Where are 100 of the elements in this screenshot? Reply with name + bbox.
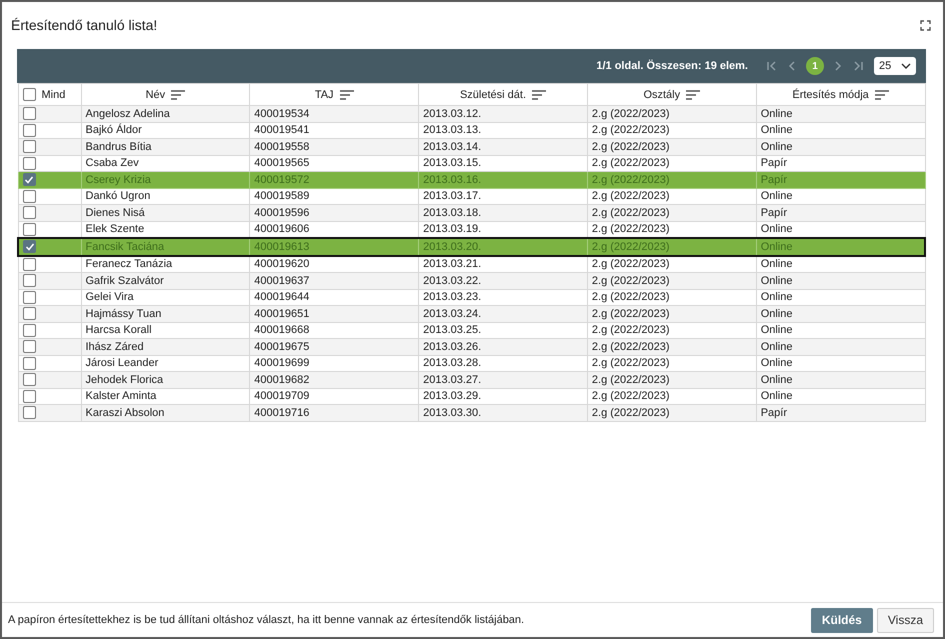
table-cell: Gelei Vira [86,291,134,304]
table-cell: 400019620 [254,258,310,270]
row-checkbox[interactable] [22,173,36,186]
table-cell: Online [760,140,792,153]
footer-note: A papíron értesítettekhez is be tud állítani oltáshoz választ, ha itt benne vannak az értesítendők listájában. [8,614,526,626]
table-cell: Online [760,274,792,287]
table-cell: Online [760,374,792,386]
column-header[interactable]: Név [146,88,166,100]
table-cell: Csaba Zev [86,157,139,170]
row-checkbox[interactable] [22,274,36,288]
fullscreen-icon[interactable] [920,20,931,30]
table-cell: Online [760,190,792,202]
window-title: Értesítendő tanuló lista! [11,17,158,33]
row-checkbox[interactable] [22,140,36,154]
table-cell: 2013.03.29. [423,390,482,402]
sort-icon[interactable] [171,90,186,100]
table-cell: 2.g (2022/2023) [592,157,670,170]
row-checkbox[interactable] [22,206,36,220]
table-cell: Online [760,390,792,402]
table-cell: Papír [760,406,787,419]
table-cell: 2.g (2022/2023) [592,406,670,419]
column-header[interactable]: TAJ [314,88,334,100]
table-cell: Online [760,291,792,304]
table-cell: 2.g (2022/2023) [592,357,670,370]
table-cell: Online [760,308,792,320]
table-cell: 2013.03.21. [423,258,482,270]
table-cell: 2013.03.22. [423,274,482,287]
first-page-icon[interactable] [766,60,778,72]
table-cell: 2013.03.30. [423,406,482,419]
row-checkbox[interactable] [22,258,36,271]
sort-icon[interactable] [874,90,889,100]
table-cell: 400019637 [254,274,310,287]
select-all-checkbox[interactable] [22,88,36,101]
row-checkbox[interactable] [23,240,36,254]
table-cell: 2013.03.25. [423,324,482,336]
table-cell: 400019709 [254,390,310,402]
sort-icon[interactable] [532,90,546,100]
table-cell: Online [760,223,792,236]
table-cell: 400019572 [254,174,310,186]
row-checkbox[interactable] [22,356,36,370]
table-cell: 2.g (2022/2023) [592,390,670,402]
table-cell: Online [760,258,792,270]
table-cell: Cserey Krizia [86,174,151,186]
table-cell: Online [760,240,792,253]
row-checkbox[interactable] [22,340,36,354]
table-cell: Online [760,124,792,136]
table-cell: Jehodek Florica [86,374,164,386]
row-checkbox[interactable] [22,124,36,137]
row-checkbox[interactable] [22,107,36,120]
pager-summary: 1/1 oldal. Összesen: 19 elem. [596,60,748,72]
row-checkbox[interactable] [22,373,36,386]
table-cell: 400019675 [254,340,310,353]
table-cell: 2.g (2022/2023) [592,324,670,336]
table-cell: 400019699 [254,357,310,370]
table-cell: Online [760,324,792,336]
row-checkbox[interactable] [22,307,36,320]
table-cell: Bandrus Bítia [86,140,152,153]
row-checkbox[interactable] [22,222,36,236]
sort-icon[interactable] [340,90,354,100]
column-header: Mind [42,88,66,100]
table-cell: Harcsa Korall [86,324,152,336]
table-cell: 2013.03.20. [423,240,482,253]
table-cell: Karaszi Absolon [86,406,164,419]
table-cell: 400019613 [254,240,310,253]
table-cell: 400019651 [254,308,310,320]
table-cell: Fancsik Taciána [86,240,164,253]
table-cell: Kalster Aminta [86,390,156,402]
column-header[interactable]: Osztály [643,88,680,100]
last-page-icon[interactable] [852,60,864,72]
chevron-down-icon[interactable] [901,63,911,69]
table-cell: 400019644 [254,291,310,304]
row-checkbox[interactable] [22,190,36,203]
table-cell: 2013.03.28. [423,357,482,370]
row-checkbox[interactable] [22,390,36,403]
table-cell: 2.g (2022/2023) [592,340,670,353]
table-cell: 2.g (2022/2023) [592,190,670,202]
table-cell: 2.g (2022/2023) [592,308,670,320]
back-button[interactable]: Vissza [876,608,934,632]
sort-icon[interactable] [686,90,700,100]
table-cell: Papír [760,174,787,186]
send-button[interactable]: Küldés [810,608,873,632]
table-cell: 2013.03.18. [423,206,482,219]
table-cell: 2.g (2022/2023) [592,140,670,153]
table-cell: 2.g (2022/2023) [592,240,670,253]
table-cell: Elek Szente [86,223,144,236]
table-cell: Online [760,108,792,120]
row-checkbox[interactable] [22,290,36,304]
table-cell: 2013.03.17. [423,190,482,202]
row-checkbox[interactable] [22,406,36,420]
table-cell: 400019606 [254,223,310,236]
row-checkbox[interactable] [22,324,36,337]
table-cell: 400019668 [254,324,310,336]
table-cell: 2013.03.12. [423,108,482,120]
table-cell: 400019558 [254,140,310,153]
page-size-select[interactable]: 25 [874,57,916,75]
table-cell: 2.g (2022/2023) [592,124,670,136]
table-cell: 400019682 [254,374,310,386]
table-cell: Hajmássy Tuan [86,308,162,320]
table-cell: 2.g (2022/2023) [592,206,670,219]
row-checkbox[interactable] [22,156,36,170]
